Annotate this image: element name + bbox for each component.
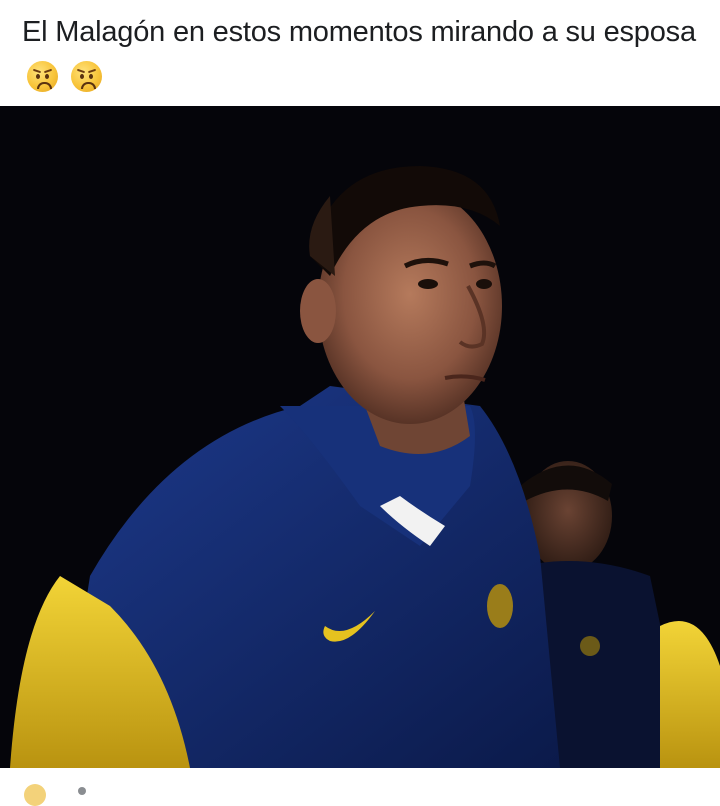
club-crest-icon bbox=[487, 584, 513, 628]
post-header: El Malagón en estos momentos mirando a s… bbox=[0, 0, 720, 106]
frowning-face-emoji-icon bbox=[27, 61, 58, 92]
frowning-face-emoji-icon bbox=[70, 61, 102, 92]
reaction-icon[interactable] bbox=[24, 784, 46, 806]
post-caption: El Malagón en estos momentos mirando a s… bbox=[22, 10, 712, 100]
photo-illustration bbox=[0, 106, 720, 768]
post-photo[interactable] bbox=[0, 106, 720, 768]
caption-text: El Malagón en estos momentos mirando a s… bbox=[22, 16, 696, 48]
dot-icon bbox=[78, 787, 86, 795]
post-footer bbox=[0, 768, 720, 806]
